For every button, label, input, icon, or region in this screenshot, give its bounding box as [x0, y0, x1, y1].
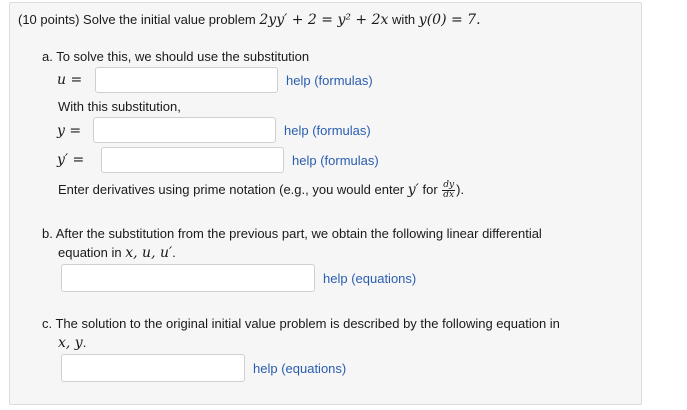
dy-dx-fraction: dy dx [442, 181, 456, 201]
initial-condition: y(0) = 7. [418, 12, 481, 28]
u-label: u = [57, 72, 83, 88]
part-b-line1: b. After the substitution from the previ… [42, 226, 542, 241]
part-b-period: . [172, 245, 176, 260]
y-label: y = [57, 123, 82, 139]
help-equations-link-c[interactable]: help (equations) [253, 361, 346, 376]
yprime-label: y′ = [57, 152, 85, 168]
with-substitution-text: With this substitution, [58, 99, 181, 114]
note-for: for [422, 182, 438, 197]
points-label: (10 points) [18, 12, 80, 27]
part-c-vars: x, y [58, 335, 83, 351]
part-b-vars: x, u, u′ [125, 245, 173, 261]
help-formulas-link-u[interactable]: help (formulas) [286, 73, 373, 88]
differential-equation-input[interactable] [61, 264, 315, 292]
u-input[interactable] [95, 67, 278, 93]
help-equations-link-b[interactable]: help (equations) [323, 271, 416, 286]
problem-with: with [392, 12, 416, 27]
fraction-denominator: dx [443, 190, 455, 201]
note-text: Enter derivatives using prime notation (… [58, 182, 405, 197]
part-c-line1: c. The solution to the original initial … [42, 316, 560, 331]
part-b-line2: equation in x, u, u′. [58, 245, 176, 261]
note-end: ). [456, 182, 465, 197]
y-input[interactable] [93, 117, 276, 143]
yprime-input[interactable] [101, 147, 284, 173]
problem-lead: Solve the initial value problem [83, 12, 256, 27]
problem-statement: (10 points) Solve the initial value prob… [18, 12, 481, 28]
part-b-equation-in: equation in [58, 245, 122, 260]
problem-equation: 2yy′ + 2 = y² + 2x [259, 12, 389, 28]
part-a-intro: a. To solve this, we should use the subs… [42, 49, 310, 64]
part-c-line2: x, y. [58, 335, 86, 351]
part-c-period: . [82, 335, 87, 350]
derivative-note: Enter derivatives using prime notation (… [58, 180, 464, 200]
help-formulas-link-y[interactable]: help (formulas) [284, 123, 371, 138]
solution-equation-input[interactable] [61, 354, 245, 382]
help-formulas-link-yprime[interactable]: help (formulas) [292, 153, 379, 168]
note-yprime: y′ [407, 182, 419, 198]
